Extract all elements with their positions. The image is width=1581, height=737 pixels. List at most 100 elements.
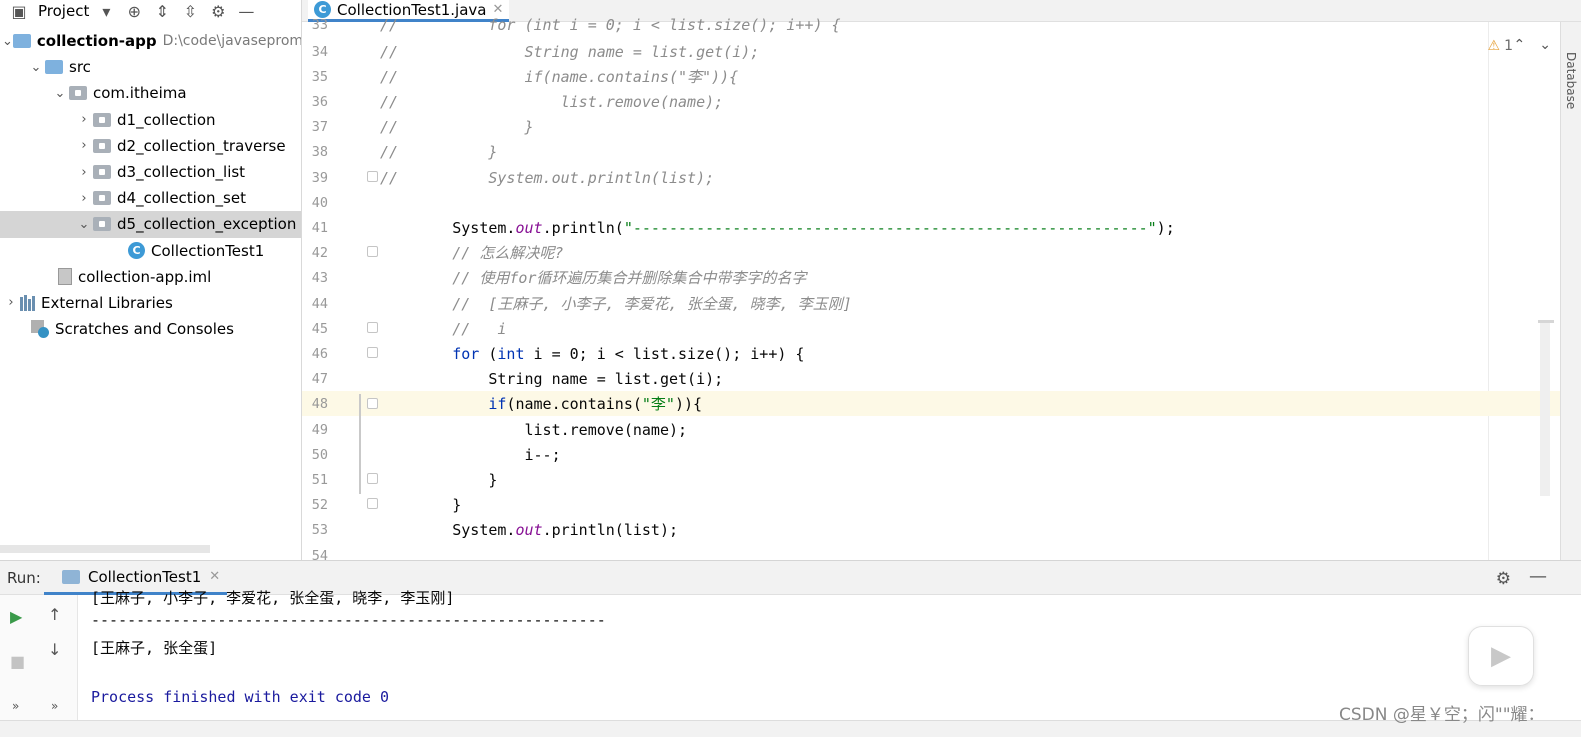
line-number: 40 (311, 194, 328, 211)
fold-marker[interactable] (367, 347, 378, 358)
fold-marker[interactable] (367, 498, 378, 509)
gear-icon[interactable]: ⚙ (1496, 569, 1511, 589)
fold-marker[interactable] (367, 473, 378, 484)
code-line: 44 // [王麻子, 小李子, 李爱花, 张全蛋, 晓李, 李玉刚] (302, 291, 1581, 316)
package-icon (93, 112, 111, 127)
run-tab-label: CollectionTest1 (88, 567, 202, 586)
close-icon[interactable]: ✕ (209, 569, 220, 584)
package-icon (93, 165, 111, 180)
run-panel: Run: CollectionTest1 ✕ ⚙ — ▶ ↑ ■ ↓ » » [… (0, 560, 1581, 720)
tree-item-com-itheima[interactable]: ⌄ com.itheima (0, 80, 301, 106)
tree-item-label: d1_collection (117, 110, 216, 129)
tree-item-d3-collection-list[interactable]: › d3_collection_list (0, 159, 301, 185)
locate-file-icon[interactable]: ⊕ (123, 0, 145, 22)
tree-item-label: d3_collection_list (117, 163, 246, 182)
chevron-right-icon[interactable]: › (75, 191, 93, 206)
package-icon (93, 217, 111, 232)
collapse-all-icon[interactable]: ⇳ (179, 0, 201, 22)
chevron-down-icon[interactable]: ⌄ (75, 217, 93, 232)
project-view-title[interactable]: Project (38, 2, 89, 20)
code-line-current: 48 if(name.contains("李")){ (302, 391, 1581, 417)
run-label: Run: (7, 569, 41, 587)
project-toolbar: ▣ Project ▾ ⊕ ⇕ ⇳ ⚙ — (0, 0, 301, 22)
code-line: 34 // String name = list.get(i); (302, 39, 1581, 64)
tree-item-label: collection-app.iml (78, 267, 212, 286)
inspection-widget[interactable]: ⚠ 1 (1488, 38, 1513, 54)
chevron-down-icon[interactable]: ⌄ (51, 86, 69, 101)
view-dropdown-icon[interactable]: ▾ (95, 0, 117, 22)
code-line: 47 String name = list.get(i); (302, 366, 1581, 391)
console-line: [王麻子, 张全蛋] (91, 639, 218, 657)
chevron-down-icon[interactable]: ⌄ (2, 34, 13, 49)
chevron-up-icon[interactable]: ⌃ (1514, 37, 1526, 53)
iml-file-icon (58, 268, 72, 286)
code-line: 45 // i (302, 316, 1581, 341)
warning-count: 1 (1504, 38, 1513, 54)
line-number: 49 (311, 421, 328, 438)
expand-toolbar-icon[interactable]: » (51, 699, 58, 713)
module-folder-icon (12, 34, 31, 49)
run-config-icon (62, 569, 80, 584)
hide-panel-icon[interactable]: — (235, 0, 257, 22)
chevron-down-icon[interactable]: ⌄ (1539, 37, 1551, 53)
rerun-icon[interactable]: ▶ (10, 607, 22, 626)
tree-item-label: com.itheima (93, 84, 187, 103)
run-toolbar: ▶ ↑ ■ ↓ » » (0, 595, 78, 720)
fold-marker[interactable] (367, 398, 378, 409)
project-panel: ▣ Project ▾ ⊕ ⇕ ⇳ ⚙ — ⌄ collection-app D… (0, 0, 302, 560)
code-editor[interactable]: C CollectionTest1.java ✕ 33 // for (int … (302, 0, 1581, 560)
fold-marker[interactable] (367, 171, 378, 182)
chevron-down-icon[interactable]: ⌄ (27, 60, 45, 75)
editor-scroll-marker (1538, 320, 1554, 323)
line-number: 37 (311, 118, 328, 135)
arrow-up-icon[interactable]: ↑ (48, 605, 61, 624)
database-tool-strip[interactable]: Database (1560, 22, 1581, 560)
code-text: // } (380, 142, 498, 161)
code-line: 33 // for (int i = 0; i < list.size(); i… (302, 12, 1581, 37)
project-view-icon[interactable]: ▣ (8, 0, 30, 22)
tree-item-collectiontest1[interactable]: C CollectionTest1 (0, 238, 301, 264)
arrow-down-icon[interactable]: ↓ (48, 640, 61, 659)
package-icon (93, 191, 111, 206)
chevron-right-icon[interactable]: › (75, 165, 93, 180)
chevron-right-icon[interactable]: › (75, 138, 93, 153)
video-player-icon[interactable]: ▶ (1468, 626, 1534, 686)
chevron-right-icon[interactable]: › (75, 112, 93, 127)
expand-all-icon[interactable]: ⇕ (151, 0, 173, 22)
editor-scrollbar-thumb[interactable] (1540, 320, 1550, 496)
expand-toolbar-icon[interactable]: » (12, 699, 19, 713)
code-text: // list.remove(name); (380, 92, 724, 111)
project-horizontal-scrollbar[interactable] (0, 545, 210, 553)
minimize-icon[interactable]: — (1529, 566, 1547, 587)
tree-item-d1-collection[interactable]: › d1_collection (0, 107, 301, 133)
line-number: 33 (311, 16, 328, 33)
code-text: // [王麻子, 小李子, 李爱花, 张全蛋, 晓李, 李玉刚] (380, 295, 852, 314)
tree-item-d4-collection-set[interactable]: › d4_collection_set (0, 185, 301, 211)
tree-item-iml-file[interactable]: collection-app.iml (0, 264, 301, 290)
console-line: [王麻子, 小李子, 李爱花, 张全蛋, 晓李, 李玉刚] (91, 589, 455, 607)
code-text: String name = list.get(i); (380, 369, 724, 388)
code-text: // String name = list.get(i); (380, 42, 760, 61)
code-line: 37 // } (302, 114, 1581, 139)
gear-icon[interactable]: ⚙ (207, 0, 229, 22)
fold-marker[interactable] (367, 246, 378, 257)
code-text: // if(name.contains("李")){ (380, 68, 739, 87)
tree-item-scratches[interactable]: Scratches and Consoles (0, 316, 301, 342)
line-number: 53 (311, 521, 328, 538)
tree-item-d5-collection-exception[interactable]: ⌄ d5_collection_exception (0, 211, 301, 238)
line-number: 45 (311, 320, 328, 337)
chevron-right-icon[interactable]: › (2, 295, 20, 310)
code-line: 38 // } (302, 139, 1581, 164)
tree-item-external-libraries[interactable]: › External Libraries (0, 290, 301, 316)
fold-marker[interactable] (367, 322, 378, 333)
tree-item-d2-collection-traverse[interactable]: › d2_collection_traverse (0, 133, 301, 159)
java-class-icon: C (128, 242, 145, 260)
module-path: D:\code\javasepromax (162, 33, 302, 50)
stop-icon[interactable]: ■ (10, 652, 25, 671)
tree-item-src[interactable]: ⌄ src (0, 54, 301, 80)
tree-item-label: External Libraries (41, 293, 173, 312)
tree-item-collection-app[interactable]: ⌄ collection-app D:\code\javasepromax (0, 28, 301, 54)
warning-icon: ⚠ (1487, 38, 1501, 54)
line-number: 47 (311, 370, 328, 387)
database-strip-label: Database (1564, 52, 1578, 110)
